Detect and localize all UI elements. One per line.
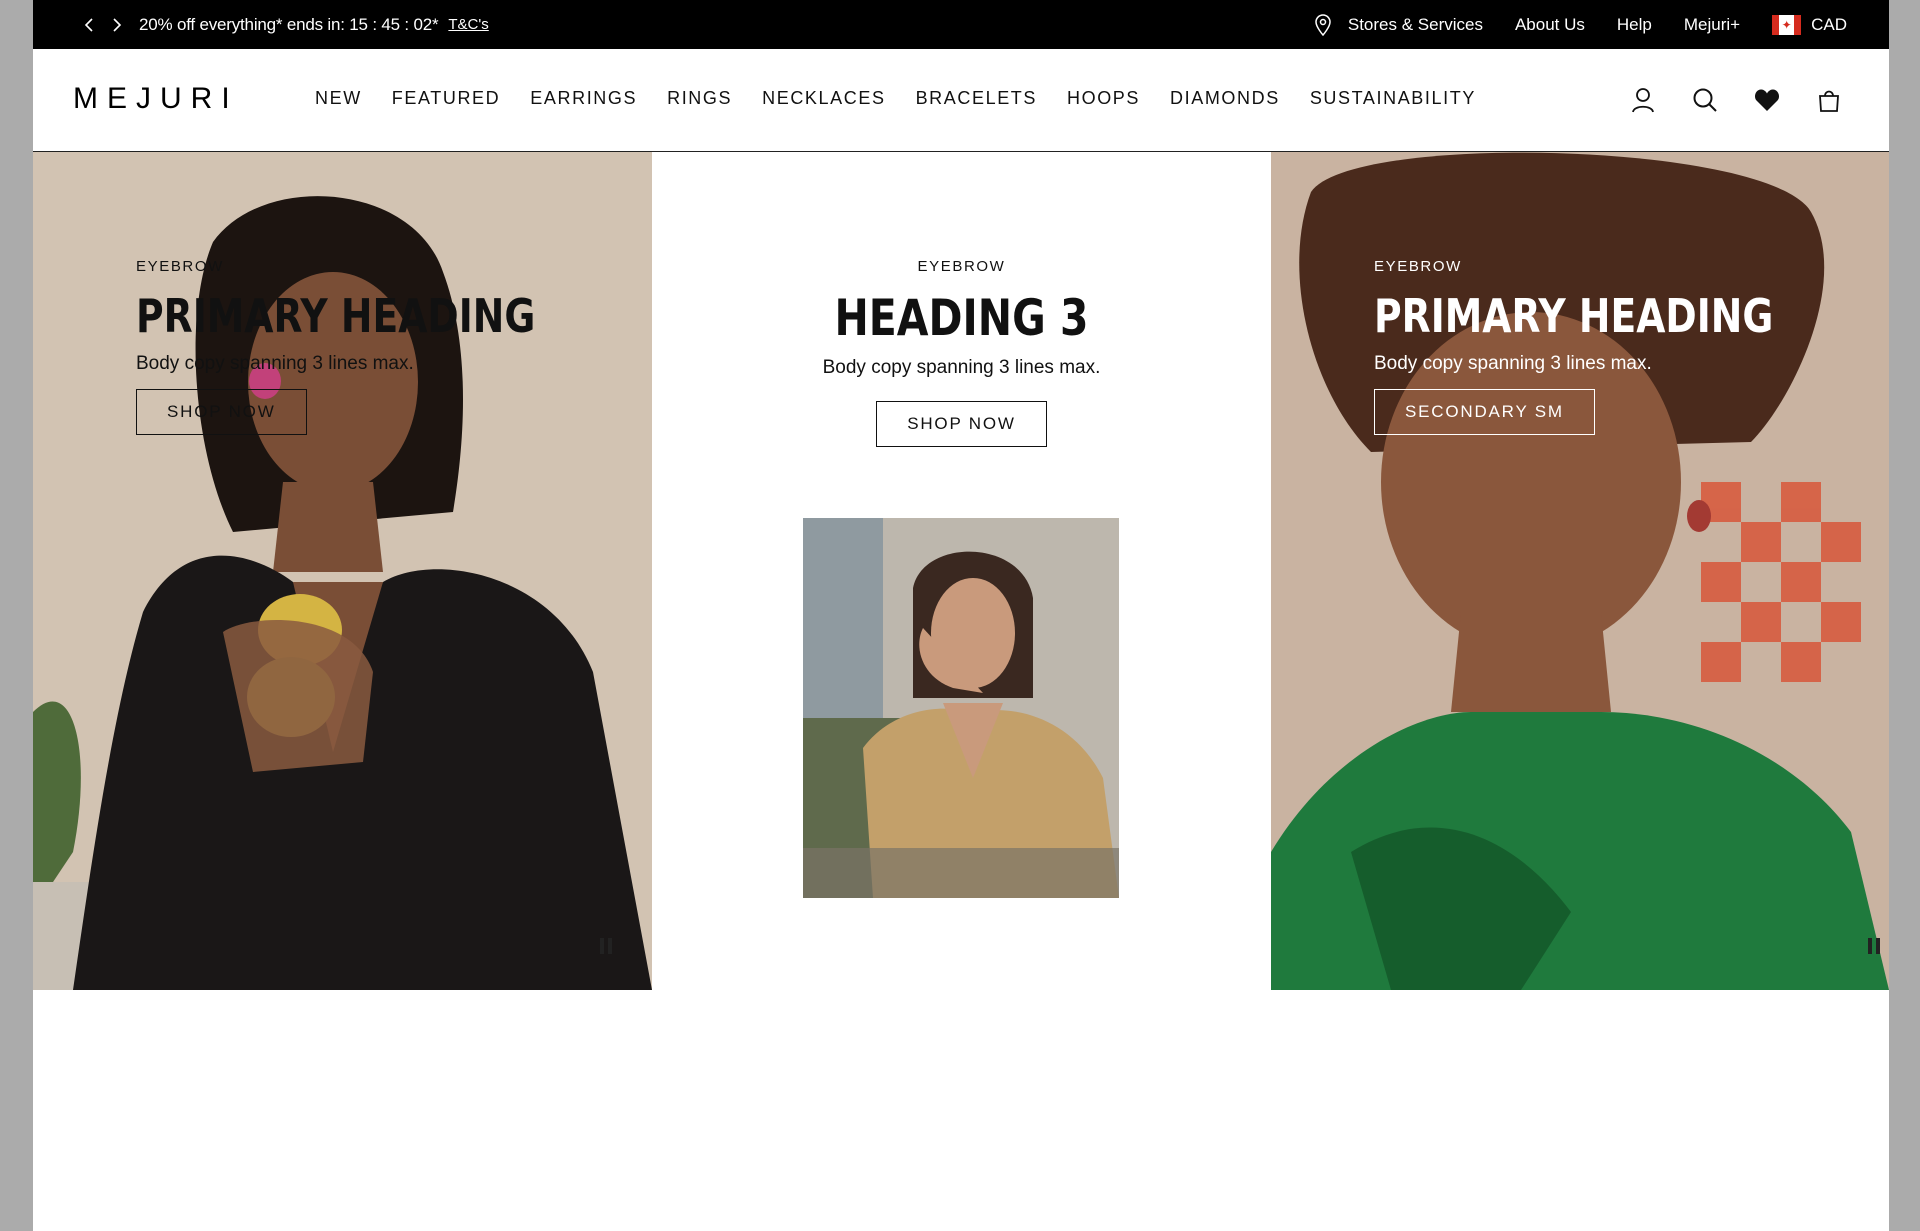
help-link[interactable]: Help <box>1617 15 1652 35</box>
promo-text: 20% off everything* ends in: 15 : 45 : 0… <box>139 14 439 34</box>
mejuri-plus-label: Mejuri+ <box>1683 14 1741 34</box>
account-icon <box>1632 88 1654 113</box>
chevron-right-icon <box>113 17 122 32</box>
hero-left-content: EYEBROW PRIMARY HEADING Body copy spanni… <box>136 258 623 435</box>
help-label: Help <box>1616 14 1652 34</box>
hero-center-body: Body copy spanning 3 lines max. <box>822 357 1101 378</box>
about-us-label: About Us <box>1514 14 1585 34</box>
hero-panel-center: EYEBROW HEADING 3 Body copy spanning 3 l… <box>652 152 1271 990</box>
hero-left-shop-now-button[interactable]: SHOP NOW <box>136 389 307 435</box>
nav-item-diamonds[interactable]: DIAMONDS <box>1170 88 1280 109</box>
hero-center-image[interactable] <box>803 518 1119 898</box>
hero-center-content: EYEBROW HEADING 3 Body copy spanning 3 l… <box>652 258 1271 447</box>
nav-item-bracelets[interactable]: BRACELETS <box>916 88 1037 109</box>
announcement-bar: 20% off everything* ends in: 15 : 45 : 0… <box>33 0 1889 49</box>
account-button[interactable] <box>1628 85 1658 115</box>
page: 20% off everything* ends in: 15 : 45 : 0… <box>33 0 1889 1231</box>
prev-promo-button[interactable] <box>75 0 103 49</box>
hero-right-body: Body copy spanning 3 lines max. <box>1374 353 1652 374</box>
nav-item-rings[interactable]: RINGS <box>667 88 732 109</box>
hero-right-heading: PRIMARY HEADING <box>1374 289 1774 343</box>
heart-icon <box>1754 89 1780 111</box>
main-nav: NEW FEATURED EARRINGS RINGS NECKLACES BR… <box>315 88 1506 109</box>
about-us-link[interactable]: About Us <box>1515 15 1585 35</box>
hero-left-pause-button[interactable] <box>600 938 616 954</box>
bag-icon <box>1819 90 1839 112</box>
hero-section: EYEBROW PRIMARY HEADING Body copy spanni… <box>33 152 1889 990</box>
tnc-link[interactable]: T&C's <box>448 16 488 33</box>
hero-right-secondary-button[interactable]: SECONDARY SM <box>1374 389 1595 435</box>
stores-services-link[interactable]: Stores & Services <box>1314 13 1483 36</box>
location-pin-icon <box>1315 13 1331 36</box>
hero-right-eyebrow: EYEBROW <box>1374 258 1462 275</box>
pause-icon <box>600 938 604 954</box>
hero-right-content: EYEBROW PRIMARY HEADING Body copy spanni… <box>1374 258 1861 435</box>
pause-icon <box>1868 938 1872 954</box>
mejuri-plus-link[interactable]: Mejuri+ <box>1684 15 1740 35</box>
currency-label: CAD <box>1811 14 1847 34</box>
canada-flag-icon: ✦ <box>1772 14 1802 35</box>
search-icon <box>1693 88 1717 112</box>
hero-panel-left: EYEBROW PRIMARY HEADING Body copy spanni… <box>33 152 652 990</box>
main-header: MEJURI NEW FEATURED EARRINGS RINGS NECKL… <box>33 49 1889 152</box>
nav-item-earrings[interactable]: EARRINGS <box>530 88 637 109</box>
nav-item-hoops[interactable]: HOOPS <box>1067 88 1140 109</box>
wishlist-button[interactable] <box>1752 85 1782 115</box>
hero-center-heading: HEADING 3 <box>834 289 1089 347</box>
hero-center-eyebrow: EYEBROW <box>917 258 1006 275</box>
hero-panel-right: EYEBROW PRIMARY HEADING Body copy spanni… <box>1271 152 1889 990</box>
next-promo-button[interactable] <box>103 0 131 49</box>
hero-right-pause-button[interactable] <box>1868 938 1884 954</box>
nav-item-new[interactable]: NEW <box>315 88 362 109</box>
nav-item-necklaces[interactable]: NECKLACES <box>762 88 885 109</box>
hero-left-body: Body copy spanning 3 lines max. <box>136 353 414 374</box>
currency-selector[interactable]: ✦ CAD <box>1772 14 1847 35</box>
cart-button[interactable] <box>1814 85 1844 115</box>
hero-center-shop-now-button[interactable]: SHOP NOW <box>876 401 1047 447</box>
hero-left-eyebrow: EYEBROW <box>136 258 224 275</box>
chevron-left-icon <box>84 17 93 32</box>
hero-left-heading: PRIMARY HEADING <box>136 289 536 343</box>
utility-links: Stores & Services About Us Help Mejuri+ … <box>1314 0 1847 49</box>
nav-item-sustainability[interactable]: SUSTAINABILITY <box>1310 88 1476 109</box>
search-button[interactable] <box>1690 85 1720 115</box>
stores-services-label: Stores & Services <box>1347 14 1483 34</box>
nav-item-featured[interactable]: FEATURED <box>392 88 500 109</box>
logo[interactable]: MEJURI <box>73 82 239 116</box>
header-actions <box>1596 85 1844 115</box>
